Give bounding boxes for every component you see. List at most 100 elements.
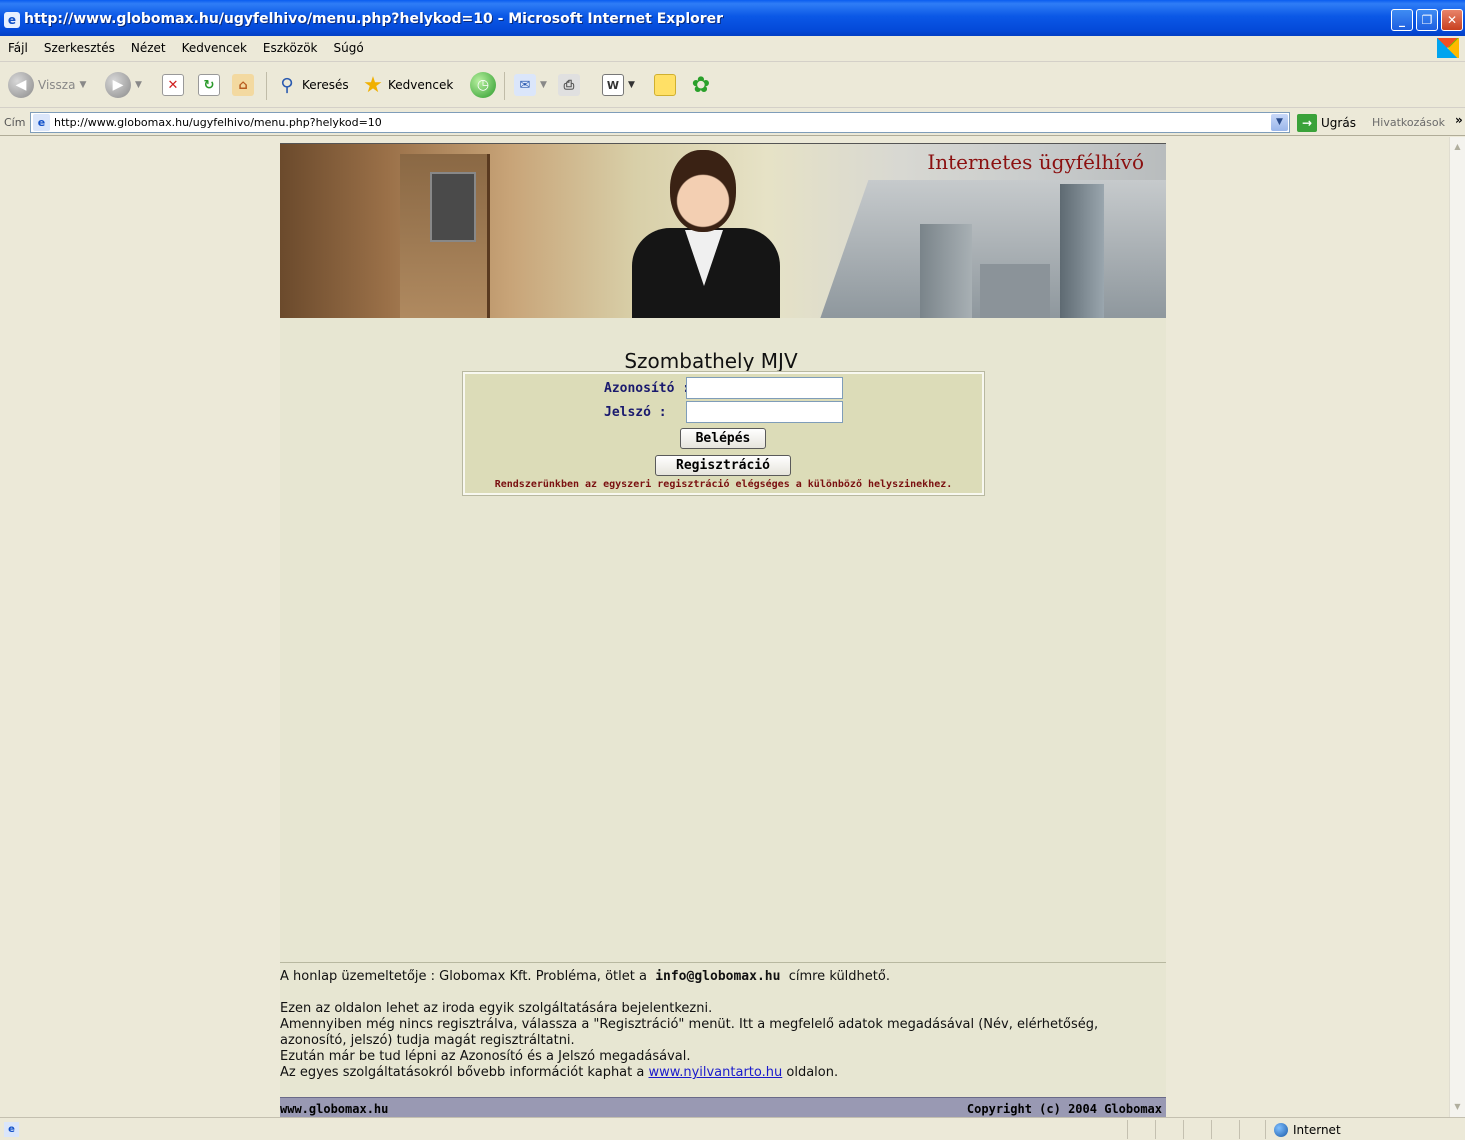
footer-divider	[280, 962, 1166, 963]
nyilvantarto-link[interactable]: www.nyilvantarto.hu	[649, 1065, 783, 1080]
discuss-button[interactable]	[654, 70, 676, 100]
messenger-button[interactable]: ✿	[690, 70, 712, 100]
ie-logo-icon: e	[4, 12, 20, 28]
links-label[interactable]: Hivatkozások	[1372, 116, 1445, 129]
banner-title: Internetes ügyfélhívó	[927, 150, 1144, 174]
maximize-button[interactable]: ❐	[1416, 9, 1438, 31]
status-divider	[1127, 1120, 1128, 1139]
print-button[interactable]: ⎙	[558, 70, 580, 100]
refresh-icon: ↻	[198, 74, 220, 96]
zone-label: Internet	[1293, 1123, 1341, 1137]
registration-note: Rendszerünkben az egyszeri regisztráció …	[494, 479, 953, 490]
username-input[interactable]	[686, 377, 843, 399]
window-title: http://www.globomax.hu/ugyfelhivo/menu.p…	[24, 11, 724, 27]
window-controls: _ ❐ ✕	[1391, 9, 1463, 31]
menu-file[interactable]: Fájl	[0, 41, 36, 55]
status-divider	[1239, 1120, 1240, 1139]
banner-call-center-agent	[630, 144, 780, 318]
refresh-button[interactable]: ↻	[198, 70, 220, 100]
favorites-button[interactable]: ★ Kedvencek	[362, 70, 453, 100]
banner-skyscraper	[1060, 184, 1104, 318]
banner-building	[980, 264, 1050, 318]
windows-logo-icon	[1437, 38, 1459, 58]
go-button[interactable]: → Ugrás	[1297, 114, 1356, 132]
address-dropdown-icon[interactable]: ▼	[1271, 114, 1288, 131]
favorites-label: Kedvencek	[388, 78, 454, 92]
stop-icon: ✕	[162, 74, 184, 96]
word-edit-icon: W	[602, 74, 624, 96]
history-button[interactable]: ◷	[470, 70, 496, 100]
scroll-down-icon[interactable]: ▼	[1450, 1099, 1465, 1115]
password-input[interactable]	[686, 401, 843, 423]
forward-button[interactable]: ▶ ▼	[105, 70, 142, 100]
contact-email: info@globomax.hu	[655, 969, 781, 984]
page-description: Ezen az oldalon lehet az iroda egyik szo…	[280, 1001, 1140, 1081]
minimize-button[interactable]: _	[1391, 9, 1413, 31]
status-divider	[1155, 1120, 1156, 1139]
search-button[interactable]: ⚲ Keresés	[276, 70, 349, 100]
chevron-right-icon[interactable]: »	[1455, 113, 1463, 127]
site-url: www.globomax.hu	[280, 1102, 389, 1116]
menu-view[interactable]: Nézet	[123, 41, 174, 55]
banner-building	[920, 224, 972, 318]
agent-head	[670, 150, 736, 232]
back-dropdown-icon: ▼	[79, 80, 87, 90]
back-button[interactable]: ◀ Vissza ▼	[8, 70, 86, 100]
description-line: Az egyes szolgáltatásokról bővebb inform…	[280, 1065, 1140, 1081]
vertical-scrollbar[interactable]: ▲ ▼	[1449, 137, 1465, 1117]
edit-button[interactable]: W ▼	[602, 70, 635, 100]
edit-dropdown-icon: ▼	[628, 80, 635, 90]
status-divider	[1265, 1120, 1266, 1139]
address-label: Cím	[4, 116, 26, 129]
search-icon: ⚲	[280, 74, 294, 96]
menu-help[interactable]: Súgó	[326, 41, 372, 55]
register-button[interactable]: Regisztráció	[655, 455, 791, 476]
login-button[interactable]: Belépés	[680, 428, 766, 449]
menu-favorites[interactable]: Kedvencek	[174, 41, 255, 55]
description-line: Amennyiben még nincs regisztrálva, válas…	[280, 1017, 1099, 1048]
scroll-up-icon[interactable]: ▲	[1450, 139, 1465, 155]
address-url[interactable]: http://www.globomax.hu/ugyfelhivo/menu.p…	[54, 116, 382, 129]
mail-button[interactable]: ✉ ▼	[514, 70, 547, 100]
toolbar-separator	[504, 72, 505, 100]
menu-bar: Fájl Szerkesztés Nézet Kedvencek Eszközö…	[0, 36, 1465, 62]
page-heading: Szombathely MJV	[624, 349, 798, 373]
mail-dropdown-icon: ▼	[540, 80, 547, 90]
banner-nameplate	[430, 172, 476, 242]
print-icon: ⎙	[558, 74, 580, 96]
menu-edit[interactable]: Szerkesztés	[36, 41, 123, 55]
menu-tools[interactable]: Eszközök	[255, 41, 326, 55]
forward-arrow-icon: ▶	[105, 72, 131, 98]
operator-suffix: címre küldhető.	[788, 969, 890, 984]
stop-button[interactable]: ✕	[162, 70, 184, 100]
page-content: Internetes ügyfélhívó Szombathely MJV Az…	[280, 143, 1166, 1117]
go-label: Ugrás	[1321, 116, 1356, 130]
history-icon: ◷	[470, 72, 496, 98]
operator-text: A honlap üzemeltetője : Globomax Kft. Pr…	[280, 969, 647, 984]
back-arrow-icon: ◀	[8, 72, 34, 98]
banner: Internetes ügyfélhívó	[280, 143, 1166, 318]
page-icon: e	[33, 114, 50, 131]
search-label: Keresés	[302, 78, 349, 92]
close-button[interactable]: ✕	[1441, 9, 1463, 31]
status-divider	[1183, 1120, 1184, 1139]
password-label: Jelszó :	[604, 405, 667, 420]
address-bar: Cím e http://www.globomax.hu/ugyfelhivo/…	[0, 108, 1465, 136]
messenger-flower-icon: ✿	[691, 72, 711, 98]
title-bar: e http://www.globomax.hu/ugyfelhivo/menu…	[0, 0, 1465, 36]
mail-icon: ✉	[514, 74, 536, 96]
copyright: Copyright (c) 2004 Globomax	[966, 1102, 1162, 1116]
login-form: Azonosító : Jelszó : Belépés Regisztráci…	[462, 371, 985, 496]
info-suffix: oldalon.	[786, 1065, 839, 1080]
toolbar: ◀ Vissza ▼ ▶ ▼ ✕ ↻ ⌂ ⚲ Keresés ★ Kedvenc…	[0, 62, 1465, 108]
home-button[interactable]: ⌂	[232, 70, 254, 100]
status-bar: e Internet	[0, 1117, 1465, 1140]
browser-viewport: Internetes ügyfélhívó Szombathely MJV Az…	[0, 137, 1449, 1117]
username-label: Azonosító :	[604, 381, 691, 396]
go-arrow-icon: →	[1297, 114, 1317, 132]
note-icon	[654, 74, 676, 96]
star-icon: ★	[363, 72, 383, 98]
address-field[interactable]: e http://www.globomax.hu/ugyfelhivo/menu…	[30, 112, 1290, 133]
description-line: Ezen az oldalon lehet az iroda egyik szo…	[280, 1001, 713, 1016]
toolbar-separator	[266, 72, 267, 100]
